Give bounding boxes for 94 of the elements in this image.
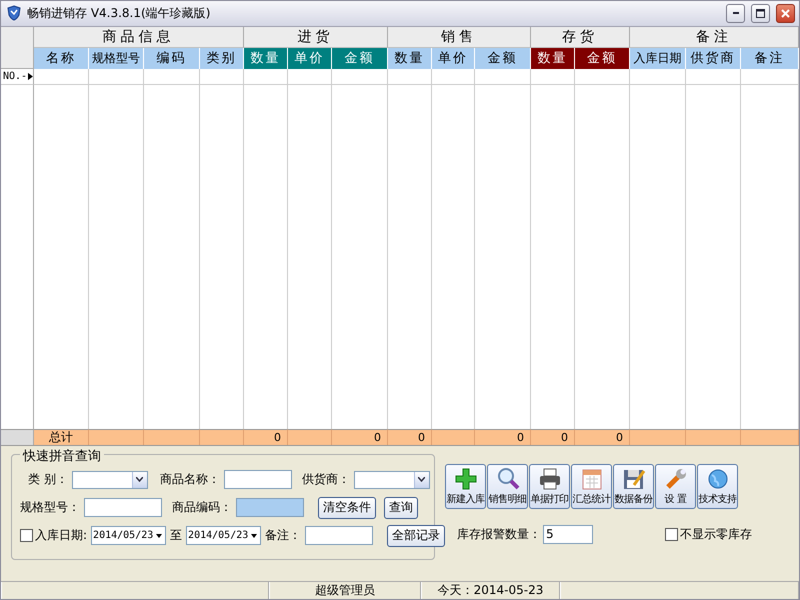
total-cell: 0 [575, 428, 630, 445]
toolbar-button[interactable]: 新建入库 [445, 464, 486, 509]
dropdown-field[interactable] [72, 470, 148, 489]
field-label: 规格型号： [20, 499, 80, 516]
shield-icon [7, 5, 21, 22]
column-header[interactable]: 入库日期 [630, 48, 686, 69]
table-cell [686, 68, 741, 85]
total-cell: 0 [531, 428, 575, 445]
total-cell: 0 [388, 428, 432, 445]
query-button[interactable]: 全部记录 [387, 524, 446, 547]
query-button[interactable]: 清空条件 [318, 496, 376, 519]
column-header[interactable]: 备注 [741, 48, 799, 69]
magnifier-icon [496, 466, 520, 491]
query-button[interactable]: 查询 [384, 496, 418, 519]
field-label: 商品名称： [160, 471, 220, 488]
globe-icon [706, 466, 730, 491]
minimize-icon [732, 12, 738, 14]
input-field[interactable] [236, 498, 304, 518]
table-cell [575, 68, 630, 85]
checkbox-label: 不显示零库存 [680, 526, 752, 543]
checkbox[interactable] [20, 529, 33, 542]
checkbox[interactable] [665, 528, 678, 541]
table-cell [89, 68, 144, 85]
close-button[interactable] [776, 4, 795, 23]
dropdown-arrow-icon [156, 534, 162, 538]
checkbox-label: 入库日期: [35, 527, 88, 544]
column-header[interactable]: 名称 [34, 48, 89, 69]
printer-icon [538, 466, 562, 491]
date-field[interactable]: 2014/05/23 [91, 526, 166, 546]
date-field[interactable]: 2014/05/23 [186, 526, 262, 546]
toolbar-button[interactable]: 销售明细 [487, 464, 528, 509]
window-title: 畅销进销存 V4.3.8.1(端午珍藏版) [27, 4, 212, 22]
table-cell [332, 68, 388, 85]
close-icon [781, 8, 790, 18]
table-cell [432, 68, 475, 85]
panel-title: 快速拼音查询 [20, 446, 104, 465]
row-pointer-icon [28, 72, 33, 81]
status-text: 超级管理员 [269, 582, 421, 599]
field-label: 商品编码： [172, 499, 232, 516]
field-label: 至 [170, 527, 182, 544]
toolbar-button[interactable]: 单据打印 [529, 464, 570, 509]
total-label: 总计 [34, 428, 89, 445]
table-cell [34, 68, 89, 85]
table-cell [531, 68, 575, 85]
maximize-button[interactable] [751, 4, 770, 23]
plus-icon [454, 466, 478, 491]
column-header[interactable]: 编码 [144, 48, 200, 69]
wrench-icon [664, 466, 688, 491]
field-label: 类 别： [28, 471, 68, 488]
input-field[interactable] [305, 526, 374, 546]
total-cell: 0 [332, 428, 388, 445]
column-header[interactable]: 数量 [388, 48, 432, 69]
toolbar-button[interactable]: 技术支持 [697, 464, 738, 509]
table-cell [630, 68, 686, 85]
row-header: NO.- [3, 70, 28, 82]
column-header[interactable]: 单价 [288, 48, 332, 69]
table-cell [741, 68, 799, 85]
group-header: 销售 [388, 26, 531, 48]
status-text: 今天：2014-05-23 [421, 582, 560, 599]
table-cell [475, 68, 531, 85]
toolbar-button[interactable]: 汇总统计 [571, 464, 612, 509]
group-header: 存货 [531, 26, 630, 48]
toolbar-button[interactable]: 设 置 [655, 464, 696, 509]
group-header: 进货 [244, 26, 388, 48]
input-field[interactable] [224, 470, 292, 490]
column-header[interactable]: 金额 [575, 48, 630, 69]
column-header[interactable]: 金额 [475, 48, 531, 69]
table-cell [200, 68, 244, 85]
group-header: 备注 [630, 26, 799, 48]
calendar-icon [580, 466, 604, 491]
column-header[interactable]: 供货商 [686, 48, 741, 69]
total-cell: 0 [244, 428, 288, 445]
group-header: 商品信息 [34, 26, 244, 48]
column-header[interactable]: 单价 [432, 48, 475, 69]
minimize-button[interactable] [726, 4, 745, 23]
field-label: 供货商： [302, 471, 350, 488]
dropdown-field[interactable] [354, 470, 430, 489]
table-cell [244, 68, 288, 85]
input-field[interactable]: 5 [543, 524, 593, 544]
field-label: 备注： [265, 527, 302, 544]
maximize-icon [756, 8, 765, 18]
table-cell [288, 68, 332, 85]
dropdown-arrow-icon [251, 534, 258, 538]
field-label: 库存报警数量： [457, 526, 541, 543]
total-cell: 0 [475, 428, 531, 445]
column-header[interactable]: 数量 [244, 48, 288, 69]
table-cell [388, 68, 432, 85]
table-cell [144, 68, 200, 85]
input-field[interactable] [84, 498, 162, 518]
toolbar-button[interactable]: 数据备份 [613, 464, 654, 509]
column-header[interactable]: 数量 [531, 48, 575, 69]
column-header[interactable]: 类别 [200, 48, 244, 69]
column-header[interactable]: 金额 [332, 48, 388, 69]
column-header[interactable]: 规格型号 [89, 48, 144, 69]
